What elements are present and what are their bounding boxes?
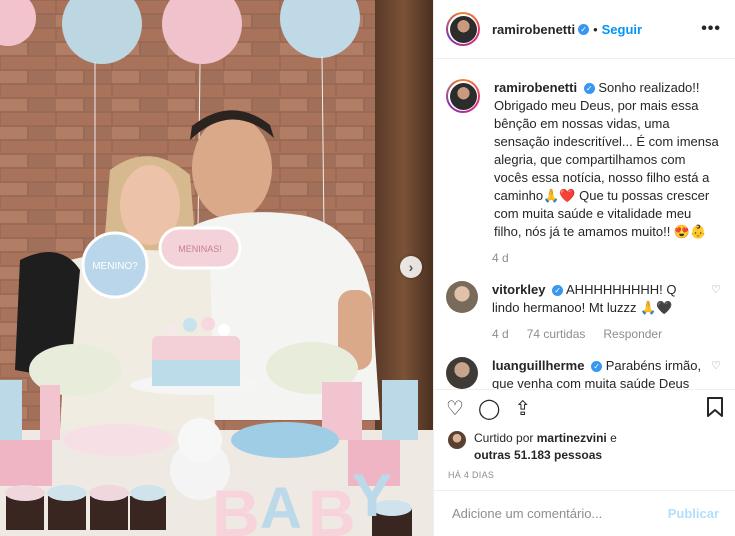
commenter-avatar[interactable] (446, 357, 478, 389)
comment-like-icon[interactable]: ♡ (711, 283, 721, 296)
comment-age[interactable]: 4 d (492, 327, 509, 341)
likes-others-link[interactable]: outras 51.183 pessoas (474, 448, 602, 462)
likes-summary: Curtido por martinezvini e outras 51.183… (434, 428, 735, 464)
action-bar: ♡ ◯ ⇪ (434, 389, 735, 428)
author-username[interactable]: ramirobenetti (492, 22, 575, 37)
post-photo[interactable]: MENINO? MENINAS! B A B Y › (0, 0, 433, 536)
caption-age[interactable]: 4 d (492, 251, 509, 265)
caption-username[interactable]: ramirobenetti (494, 80, 577, 95)
heart-icon[interactable]: ♡ (446, 399, 464, 419)
commenter-avatar[interactable] (446, 281, 478, 313)
reply-button[interactable]: Responder (603, 327, 662, 341)
comment-item: luanguillherme ✓ Parabéns irmão, que ven… (446, 357, 721, 389)
verified-badge-icon: ✓ (578, 23, 590, 35)
more-options-icon[interactable]: ••• (701, 20, 721, 38)
separator-dot: • (593, 21, 598, 37)
post-side-panel: ramirobenetti ✓ • Seguir ••• ramirobenet… (433, 0, 735, 536)
share-icon[interactable]: ⇪ (514, 399, 531, 419)
liked-by-prefix: Curtido por (474, 431, 534, 445)
caption-avatar[interactable] (446, 79, 480, 113)
comment-icon[interactable]: ◯ (478, 399, 500, 419)
verified-badge-icon: ✓ (583, 83, 595, 95)
verified-badge-icon: ✓ (591, 361, 603, 373)
caption-meta: 4 d (492, 251, 721, 265)
sign-left-text: MENINO? (92, 261, 138, 272)
liker-username[interactable]: martinezvini (537, 431, 607, 445)
post-header: ramirobenetti ✓ • Seguir ••• (434, 0, 735, 59)
publish-button[interactable]: Publicar (668, 506, 719, 521)
baby-letter-3: B (308, 476, 356, 536)
photo-illustration: MENINO? MENINAS! B A B Y (0, 0, 433, 536)
liker-avatar[interactable] (448, 431, 466, 449)
baby-letter-1: B (212, 476, 260, 536)
author-avatar[interactable] (446, 12, 480, 46)
comment-item: vitorkley ✓ AHHHHHHHHH! Q lindo hermanoo… (446, 281, 721, 317)
instagram-post: MENINO? MENINAS! B A B Y › ramirobenetti… (0, 0, 735, 536)
bookmark-icon[interactable] (707, 397, 723, 421)
comment-like-icon[interactable]: ♡ (711, 359, 721, 372)
caption: ramirobenetti ✓ Sonho realizado!! Obriga… (446, 79, 721, 241)
follow-button[interactable]: Seguir (602, 22, 642, 37)
caption-text: Sonho realizado!! Obrigado meu Deus, por… (494, 80, 719, 239)
post-timestamp[interactable]: HÁ 4 DIAS (434, 464, 735, 484)
baby-letter-2: A (260, 476, 302, 536)
comment-username[interactable]: vitorkley (492, 282, 545, 297)
comment-meta: 4 d 74 curtidas Responder (492, 327, 721, 341)
chevron-right-icon: › (408, 259, 414, 275)
add-comment-bar: Publicar (434, 490, 735, 536)
comment-username[interactable]: luanguillherme (492, 358, 584, 373)
comments-list[interactable]: ramirobenetti ✓ Sonho realizado!! Obriga… (434, 59, 735, 389)
sign-right-text: MENINAS! (178, 244, 222, 254)
verified-badge-icon: ✓ (552, 285, 564, 297)
liked-by-conj: e (610, 431, 617, 445)
comment-input[interactable] (450, 505, 668, 522)
baby-letter-4: Y (352, 462, 392, 529)
comment-likes[interactable]: 74 curtidas (527, 327, 586, 341)
next-photo-button[interactable]: › (400, 256, 422, 278)
